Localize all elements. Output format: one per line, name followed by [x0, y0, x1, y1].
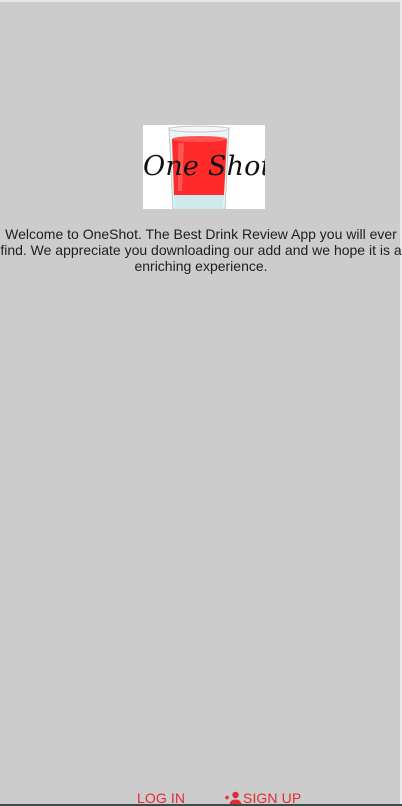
add-user-icon	[225, 791, 242, 805]
welcome-screen: One Shot Welcome to OneShot. The Best Dr…	[0, 0, 402, 806]
logo-text: One Shot	[143, 151, 265, 182]
welcome-message: Welcome to OneShot. The Best Drink Revie…	[0, 226, 402, 274]
top-divider	[0, 0, 402, 2]
bottom-nav: LOG IN SIGN UP	[0, 786, 402, 806]
app-logo: One Shot	[143, 125, 265, 209]
